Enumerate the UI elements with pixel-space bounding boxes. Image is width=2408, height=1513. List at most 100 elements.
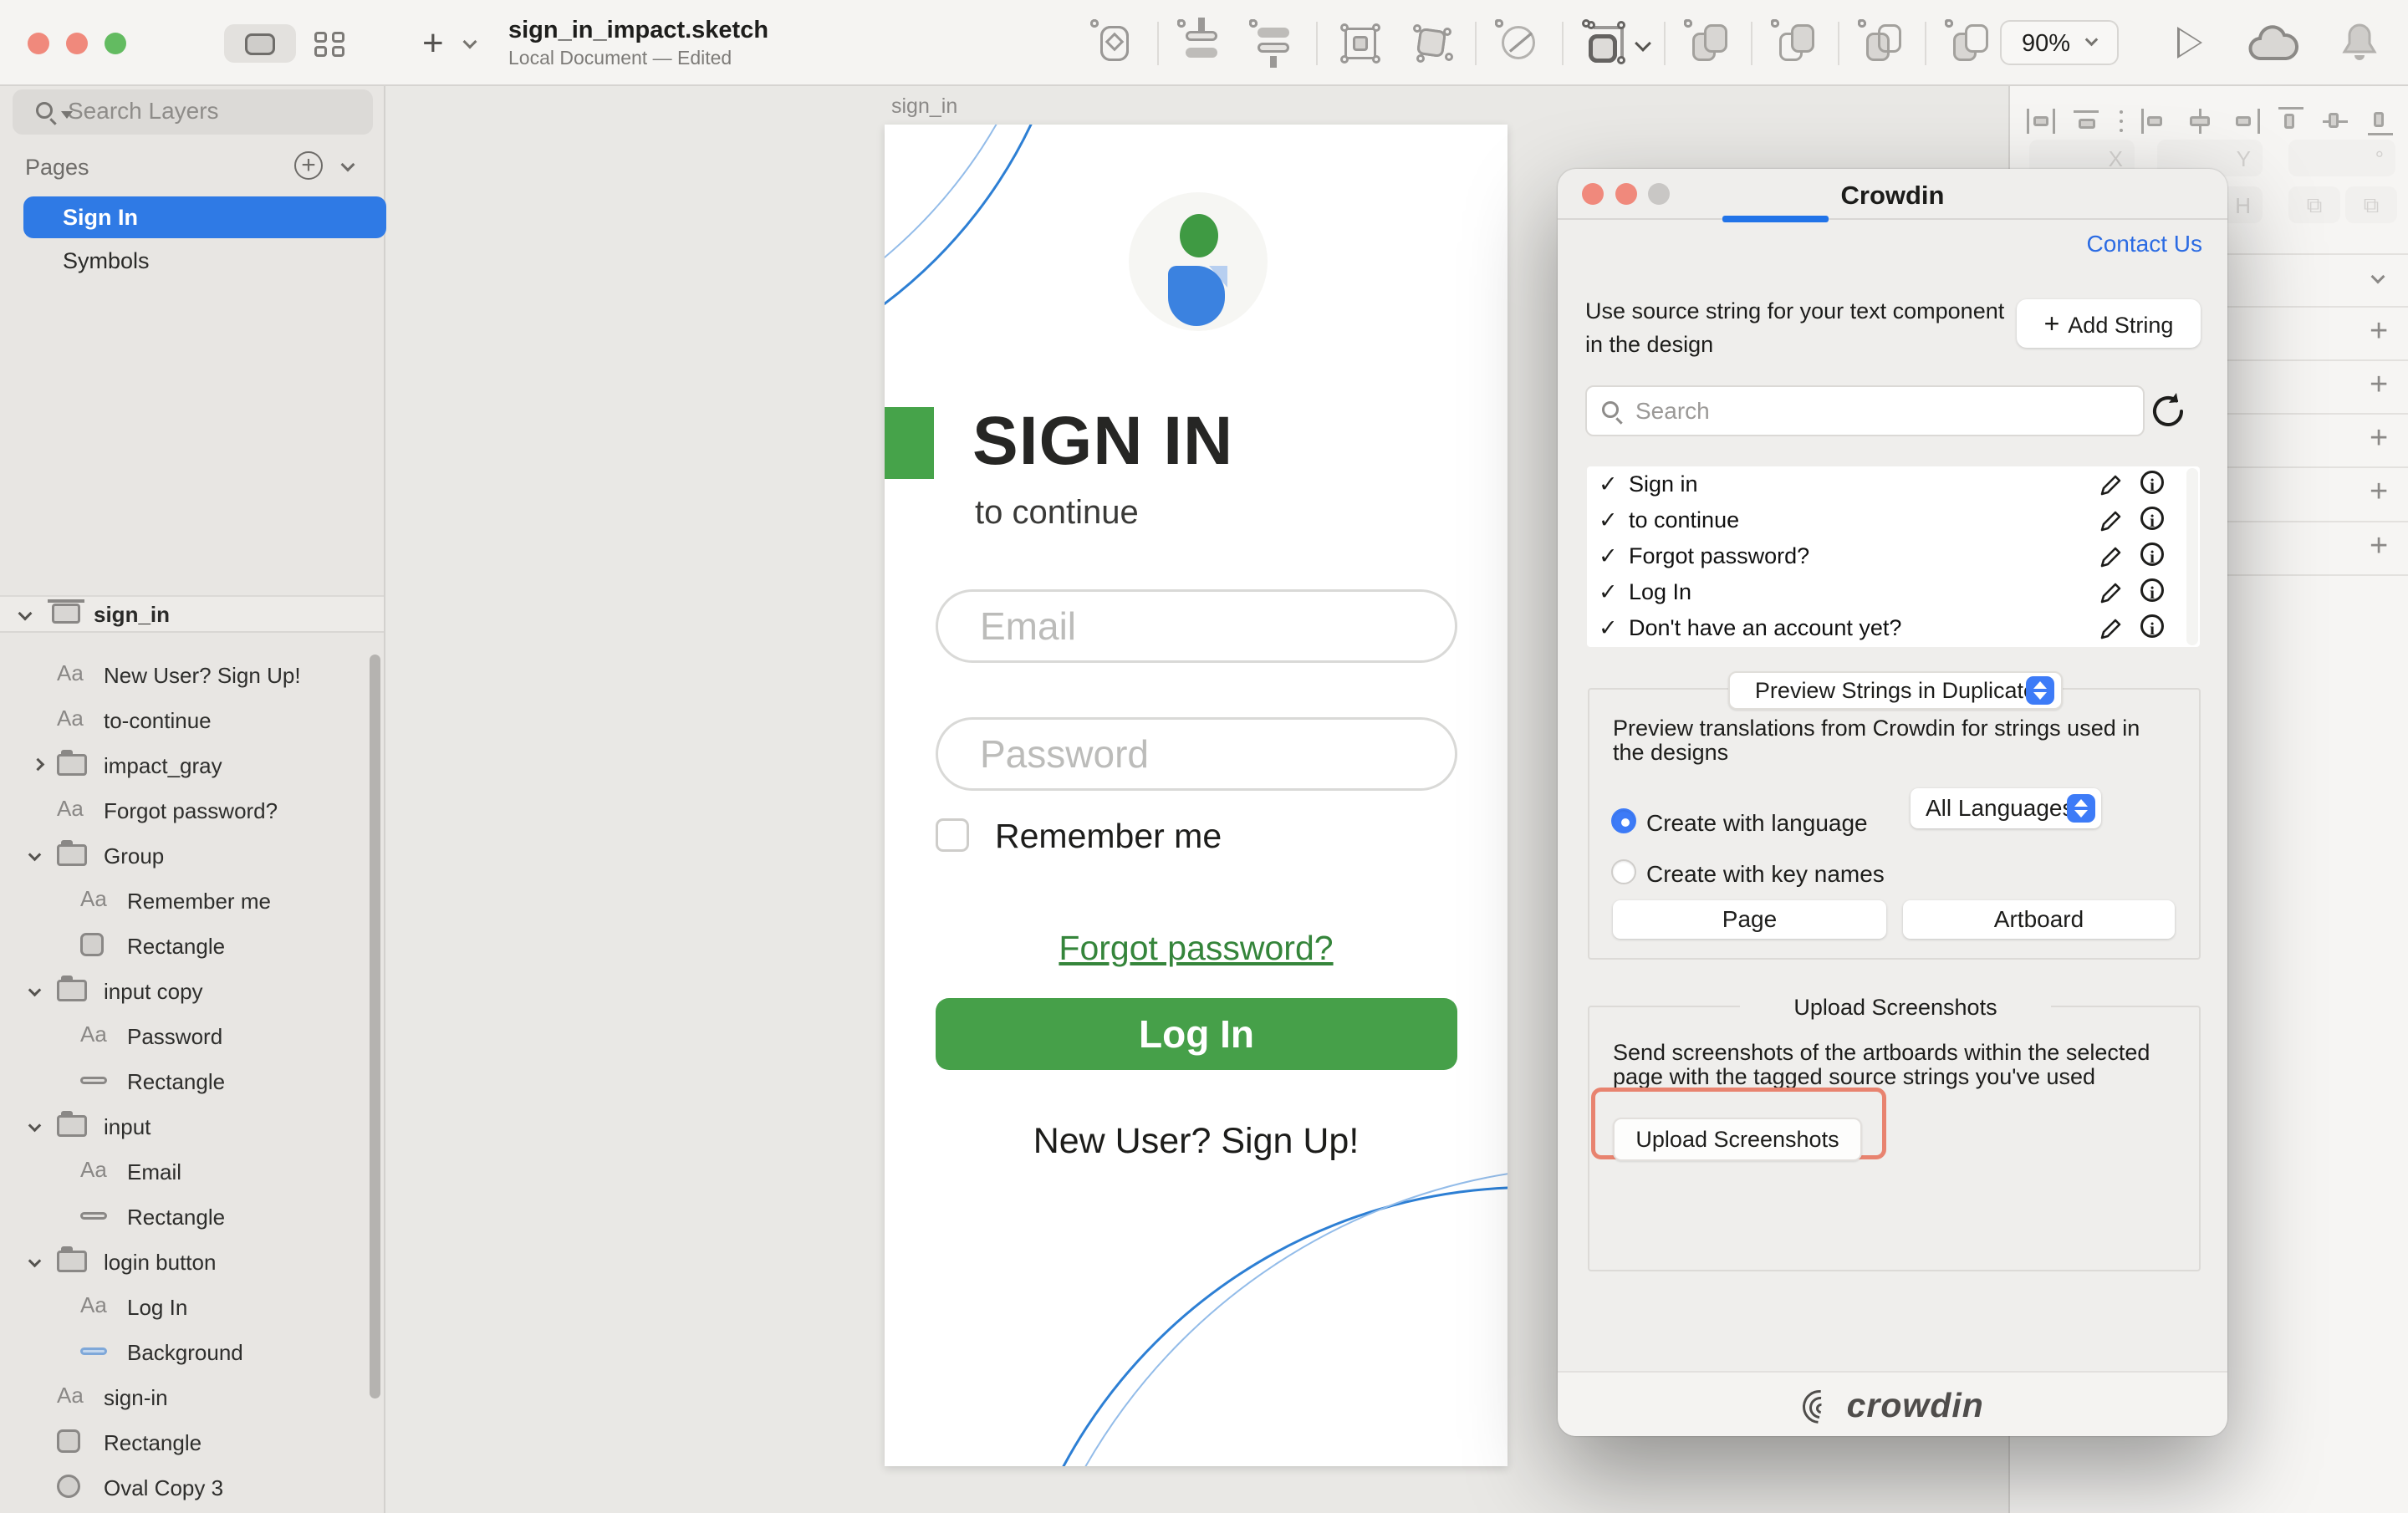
artboard-group-header[interactable]: sign_in (0, 595, 384, 633)
difference-icon[interactable] (1945, 19, 1993, 68)
artboard[interactable]: SIGN IN to continue Remember me Forgot p… (885, 125, 1508, 1466)
align-right-icon[interactable] (2232, 107, 2260, 135)
edit-pencil-icon[interactable] (2099, 580, 2124, 605)
string-row[interactable]: ✓ Forgot password? i (1587, 538, 2200, 574)
align-center-horizontal-icon[interactable] (2186, 107, 2215, 135)
login-button[interactable]: Log In (936, 998, 1457, 1070)
layer-row[interactable]: Rectangle (0, 1195, 384, 1240)
layer-row[interactable]: Remember me (0, 879, 384, 924)
layer-row[interactable]: input copy (0, 969, 384, 1014)
search-layers-input[interactable] (68, 94, 352, 128)
create-with-language-radio[interactable] (1611, 808, 1636, 833)
layer-row[interactable]: Forgot password? (0, 788, 384, 833)
info-icon[interactable]: i (2140, 507, 2164, 530)
strings-scrollbar-track[interactable] (2186, 468, 2198, 645)
language-select-value[interactable]: All Languages (1926, 795, 2074, 822)
add-style-button[interactable]: + (2370, 420, 2388, 456)
signup-text[interactable]: New User? Sign Up! (885, 1121, 1508, 1162)
preview-strings-popup[interactable]: Preview Strings in Duplicate (1728, 671, 2063, 710)
section-chevron-icon[interactable] (2371, 270, 2385, 284)
edit-pencil-icon[interactable] (2099, 472, 2124, 497)
grid-view-icon[interactable] (314, 32, 344, 57)
cloud-icon[interactable] (2247, 25, 2299, 64)
layer-row[interactable]: impact_gray (0, 743, 384, 788)
add-page-button[interactable]: + (294, 151, 323, 180)
notifications-bell-icon[interactable] (2341, 22, 2378, 65)
preview-play-button[interactable] (2177, 27, 2202, 59)
move-up-icon[interactable] (1177, 19, 1226, 68)
close-window-button[interactable] (28, 33, 49, 54)
string-row[interactable]: ✓ Log In i (1587, 574, 2200, 610)
language-select[interactable]: All Languages (1911, 788, 2101, 828)
artboard-canvas-label[interactable]: sign_in (891, 94, 957, 119)
zoom-level-value[interactable]: 90% (2022, 30, 2070, 58)
layer-chevron-icon[interactable] (28, 848, 42, 862)
add-style-button[interactable]: + (2370, 313, 2388, 349)
insert-button[interactable]: + (422, 27, 444, 60)
more-options-icon[interactable] (2117, 107, 2125, 135)
contact-us-link[interactable]: Contact Us (2087, 231, 2203, 257)
remember-me-checkbox[interactable] (936, 818, 969, 852)
info-icon[interactable]: i (2140, 614, 2164, 638)
align-middle-vertical-icon[interactable] (2321, 107, 2349, 135)
create-with-key-names-label[interactable]: Create with key names (1646, 861, 1885, 888)
password-input[interactable] (980, 733, 1415, 775)
layer-chevron-icon[interactable] (28, 1119, 42, 1133)
page-row[interactable]: Sign In (23, 196, 386, 238)
align-top-icon[interactable] (2277, 107, 2305, 135)
create-with-key-names-radio[interactable] (1611, 859, 1636, 884)
crowdin-search-field[interactable] (1585, 385, 2145, 436)
email-field[interactable] (936, 589, 1457, 663)
layer-row[interactable]: Background (0, 1330, 384, 1375)
page-row[interactable]: Symbols (23, 240, 386, 282)
symbol-icon[interactable] (1090, 19, 1139, 68)
layer-row[interactable]: Log In (0, 1285, 384, 1330)
string-row[interactable]: ✓ to continue i (1587, 502, 2200, 538)
info-icon[interactable]: i (2140, 543, 2164, 566)
email-input[interactable] (980, 605, 1415, 647)
insert-chevron-icon[interactable] (463, 35, 477, 49)
subtract-icon[interactable] (1771, 19, 1819, 68)
layer-row[interactable]: Oval Copy 3 (0, 1465, 384, 1510)
vector-icon[interactable] (1408, 19, 1457, 68)
layer-row[interactable]: Rectangle (0, 1420, 384, 1465)
zoom-window-button[interactable] (105, 33, 126, 54)
layer-row[interactable]: sign-in (0, 1375, 384, 1420)
add-string-button[interactable]: +Add String (2017, 299, 2201, 348)
layer-row[interactable]: input (0, 1104, 384, 1149)
distribute-vertically-icon[interactable] (2072, 107, 2100, 135)
layer-chevron-icon[interactable] (28, 984, 42, 997)
search-layers-field[interactable] (13, 89, 373, 135)
sidebar-scrollbar[interactable] (370, 655, 380, 1398)
canvas-view-icon[interactable] (245, 33, 275, 55)
layer-row[interactable]: New User? Sign Up! (0, 653, 384, 698)
distribute-horizontally-icon[interactable] (2027, 107, 2055, 135)
edit-pencil-icon[interactable] (2099, 544, 2124, 569)
create-with-language-label[interactable]: Create with language (1646, 810, 1868, 837)
edit-pencil-icon[interactable] (2099, 508, 2124, 533)
layer-chevron-icon[interactable] (28, 1255, 42, 1268)
add-style-button[interactable]: + (2370, 528, 2388, 564)
add-style-button[interactable]: + (2370, 474, 2388, 510)
minimize-window-button[interactable] (66, 33, 88, 54)
crowdin-search-input[interactable] (1635, 394, 2120, 429)
align-bottom-icon[interactable] (2366, 107, 2395, 135)
layer-row[interactable]: Rectangle (0, 1059, 384, 1104)
add-style-button[interactable]: + (2370, 367, 2388, 403)
layer-chevron-icon[interactable] (32, 758, 45, 772)
resize-icon[interactable] (1582, 19, 1630, 68)
string-row[interactable]: ✓ Sign in i (1587, 466, 2200, 502)
align-left-icon[interactable] (2141, 107, 2170, 135)
info-icon[interactable]: i (2140, 471, 2164, 494)
union-icon[interactable] (1684, 19, 1732, 68)
pages-collapse-chevron-icon[interactable] (341, 158, 355, 172)
upload-screenshots-button[interactable]: Upload Screenshots (1613, 1118, 1862, 1161)
layer-row[interactable]: Rectangle (0, 924, 384, 969)
resize-chevron-icon[interactable] (1635, 35, 1651, 52)
artboard-group-label[interactable]: sign_in (94, 602, 170, 628)
string-row[interactable]: ✓ Don't have an account yet? i (1587, 610, 2200, 646)
layer-row[interactable]: to-continue (0, 698, 384, 743)
frame-icon[interactable] (1336, 19, 1385, 68)
popup-stepper-icon[interactable] (2067, 794, 2095, 823)
layer-row[interactable]: login button (0, 1240, 384, 1285)
